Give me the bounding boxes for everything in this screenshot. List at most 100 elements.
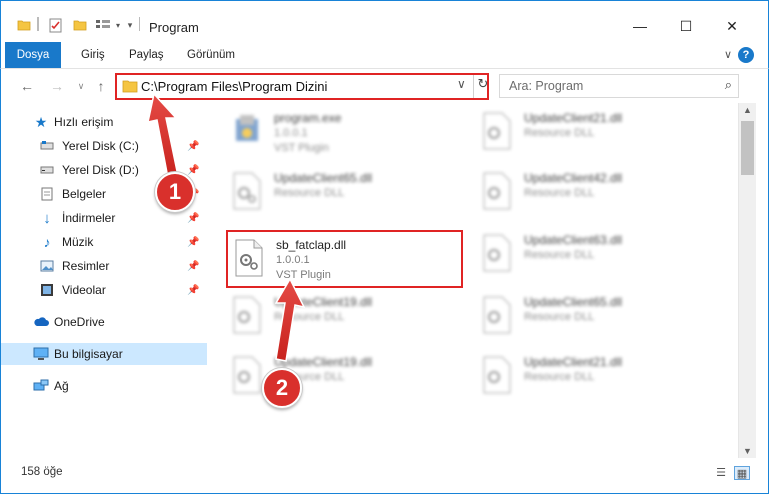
file-item[interactable]: UpdateClient21.dll Resource DLL: [476, 349, 706, 405]
file-item[interactable]: UpdateClient21.dll Resource DLL: [476, 105, 706, 161]
window-title: Program: [149, 20, 199, 35]
dll-file-icon: [232, 238, 268, 278]
file-description: Resource DLL: [524, 187, 595, 199]
search-box[interactable]: Ara: Program ⌕: [499, 74, 739, 98]
sidebar-item-label: Hızlı erişim: [54, 115, 114, 129]
properties-icon[interactable]: [49, 17, 63, 33]
downloads-icon: ↓: [43, 209, 51, 227]
back-arrow-icon[interactable]: ←: [17, 76, 37, 96]
cloud-icon: [33, 314, 49, 330]
scroll-down-icon[interactable]: ▼: [743, 446, 752, 456]
tab-share[interactable]: Paylaş: [119, 42, 174, 68]
details-view-icon[interactable]: ☰: [713, 466, 729, 480]
star-icon: ★: [34, 113, 48, 130]
sidebar-item-network[interactable]: Ağ: [1, 375, 207, 397]
sidebar-item-pictures[interactable]: Resimler 📌: [1, 255, 207, 277]
sidebar-item-label: Videolar: [62, 283, 106, 297]
file-item[interactable]: UpdateClient42.dll Resource DLL: [476, 165, 706, 221]
file-description: VST Plugin: [274, 142, 329, 154]
dll-file-icon: [230, 171, 266, 211]
window-edge: [756, 103, 769, 494]
file-description: Resource DLL: [524, 127, 595, 139]
sidebar-item-music[interactable]: ♪ Müzik 📌: [1, 231, 207, 253]
refresh-icon[interactable]: ↻: [475, 76, 491, 96]
documents-icon: [39, 186, 55, 202]
forward-arrow-icon[interactable]: →: [47, 76, 67, 96]
file-item[interactable]: UpdateClient65.dll Resource DLL: [476, 289, 706, 345]
pin-icon[interactable]: 📌: [187, 285, 199, 296]
installer-icon: [230, 111, 266, 151]
search-icon[interactable]: ⌕: [725, 77, 732, 93]
file-name: UpdateClient42.dll: [524, 171, 623, 185]
title-bar: ▾ ▾ Program — ☐ ✕: [0, 0, 769, 42]
tiles-view-icon[interactable]: ▦: [734, 466, 750, 480]
sidebar-item-label: Belgeler: [62, 187, 107, 201]
dll-file-icon: [480, 355, 516, 395]
computer-icon: [33, 346, 49, 362]
sidebar-item-label: Ağ: [54, 379, 69, 393]
file-description: Resource DLL: [524, 371, 595, 383]
file-version: 1.0.0.1: [274, 127, 308, 139]
file-item[interactable]: program.exe 1.0.0.1 VST Plugin: [226, 105, 456, 161]
sidebar-item-label: Müzik: [62, 235, 94, 249]
expand-ribbon-icon[interactable]: ∨: [724, 48, 732, 61]
item-count: 158 öğe: [21, 466, 63, 478]
new-folder-icon[interactable]: [73, 17, 87, 33]
network-icon: [33, 378, 49, 394]
step-badge-2: 2: [262, 368, 302, 408]
sidebar-item-label: Bu bilgisayar: [54, 347, 123, 361]
tab-view[interactable]: Görünüm: [177, 42, 245, 68]
chevron-down-icon[interactable]: ∨: [457, 77, 466, 91]
close-button[interactable]: ✕: [709, 11, 755, 41]
tab-home[interactable]: Giriş: [71, 42, 115, 68]
vertical-scrollbar[interactable]: ▲ ▼: [738, 103, 756, 458]
search-input[interactable]: Ara: Program: [509, 79, 583, 93]
pin-icon[interactable]: 📌: [187, 237, 199, 248]
tab-file[interactable]: Dosya: [5, 42, 61, 68]
dll-file-icon: [480, 233, 516, 273]
help-icon[interactable]: ?: [738, 47, 754, 63]
separator: [37, 17, 39, 31]
sidebar-item-this-pc[interactable]: Bu bilgisayar: [1, 343, 207, 365]
customize-toolbar-icon[interactable]: ▾: [125, 17, 135, 33]
dll-file-icon: [480, 111, 516, 151]
ribbon-tabs: Dosya Giriş Paylaş Görünüm ∨ ?: [0, 42, 769, 69]
pictures-icon: [39, 258, 55, 274]
file-description: Resource DLL: [274, 187, 345, 199]
file-name: UpdateClient21.dll: [524, 111, 623, 125]
file-version: 1.0.0.1: [276, 254, 310, 266]
up-arrow-icon[interactable]: ↑: [91, 76, 111, 96]
view-options-icon[interactable]: [94, 17, 112, 33]
dll-file-icon: [480, 295, 516, 335]
file-description: Resource DLL: [524, 311, 595, 323]
file-item[interactable]: UpdateClient65.dll Resource DLL: [226, 165, 456, 221]
file-name: UpdateClient21.dll: [524, 355, 623, 369]
sidebar-item-videos[interactable]: Videolar 📌: [1, 279, 207, 301]
sidebar-item-label: Resimler: [62, 259, 110, 273]
sidebar-item-onedrive[interactable]: OneDrive: [1, 311, 207, 333]
file-name: UpdateClient65.dll: [274, 171, 373, 185]
sidebar-item-label: OneDrive: [54, 315, 105, 329]
drive-icon: [39, 162, 55, 178]
folder-icon: [122, 79, 138, 93]
pin-icon[interactable]: 📌: [187, 213, 199, 224]
pin-icon[interactable]: 📌: [187, 261, 199, 272]
minimize-button[interactable]: —: [617, 11, 663, 41]
separator: [473, 75, 474, 98]
status-bar: 158 öğe ☰ ▦: [0, 458, 769, 494]
scroll-up-icon[interactable]: ▲: [743, 105, 752, 115]
file-name: sb_fatclap.dll: [276, 238, 347, 252]
maximize-button[interactable]: ☐: [663, 11, 709, 41]
file-name: program.exe: [274, 111, 342, 125]
navigation-bar: ← → ∨ ↑ C:\Program Files\Program Dizini …: [0, 69, 769, 103]
music-icon: ♪: [43, 234, 51, 250]
chevron-down-icon[interactable]: ▾: [113, 17, 123, 33]
drive-icon: [39, 138, 55, 154]
scroll-thumb[interactable]: [741, 121, 754, 175]
file-name: UpdateClient65.dll: [524, 295, 623, 309]
file-description: Resource DLL: [524, 249, 595, 261]
recent-locations-icon[interactable]: ∨: [71, 76, 91, 96]
file-item[interactable]: UpdateClient63.dll Resource DLL: [476, 227, 706, 283]
dll-file-icon: [480, 171, 516, 211]
file-name: UpdateClient63.dll: [524, 233, 623, 247]
